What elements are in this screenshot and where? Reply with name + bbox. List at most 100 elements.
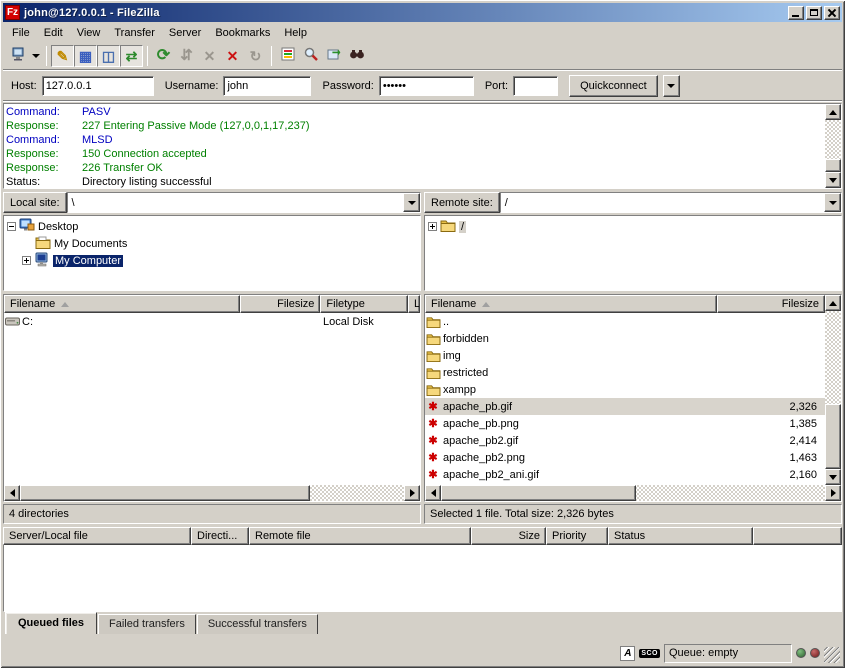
column-header-remote-file[interactable]: Remote file <box>249 527 471 545</box>
site-manager-dropdown[interactable] <box>30 45 42 67</box>
scroll-thumb[interactable] <box>441 485 636 501</box>
scroll-down-button[interactable] <box>825 172 841 188</box>
tab-failed-transfers[interactable]: Failed transfers <box>98 614 196 634</box>
tab-queued-files[interactable]: Queued files <box>5 612 97 634</box>
toggle-remote-tree-button[interactable]: ◫ <box>97 45 120 67</box>
directory-comparison-button[interactable] <box>322 45 345 67</box>
menu-transfer[interactable]: Transfer <box>107 25 162 41</box>
tree-item-my-computer[interactable]: My Computer <box>5 252 419 269</box>
local-tree-icon: ▦ <box>79 49 92 63</box>
remote-file-row[interactable]: ✱ apache_pb.png 1,385 <box>425 415 825 432</box>
remote-tree[interactable]: / <box>424 215 842 291</box>
menu-edit[interactable]: Edit <box>37 25 70 41</box>
remote-file-row[interactable]: ✱ apache_pb2_ani.gif 2,160 <box>425 466 825 483</box>
local-site-combo[interactable]: \ <box>67 192 421 213</box>
column-header-priority[interactable]: Priority <box>546 527 608 545</box>
remote-folder-row[interactable]: img <box>425 347 825 364</box>
menu-bookmarks[interactable]: Bookmarks <box>208 25 277 41</box>
remote-vertical-scrollbar[interactable] <box>825 295 841 485</box>
scroll-right-button[interactable] <box>825 485 841 501</box>
find-files-button[interactable] <box>299 45 322 67</box>
resize-grip[interactable] <box>824 647 840 663</box>
port-input[interactable] <box>513 76 558 96</box>
remote-horizontal-scrollbar[interactable] <box>425 485 841 501</box>
cancel-operation-button[interactable]: ✕ <box>198 45 221 67</box>
toggle-queue-button[interactable]: ⇄ <box>120 45 143 67</box>
menu-help[interactable]: Help <box>277 25 314 41</box>
local-site-dropdown[interactable] <box>403 193 420 212</box>
column-header-direction[interactable]: Directi... <box>191 527 249 545</box>
expand-icon[interactable] <box>22 256 31 265</box>
scroll-down-button[interactable] <box>825 469 841 485</box>
filter-button[interactable] <box>276 45 299 67</box>
message-log-body[interactable]: Command: PASV Response: 227 Entering Pas… <box>4 104 825 188</box>
toggle-message-log-button[interactable]: ✎ <box>51 45 74 67</box>
remote-file-row[interactable]: ✱ apache_pb2.png 1,463 <box>425 449 825 466</box>
local-file-row[interactable]: C: Local Disk <box>4 313 420 330</box>
scroll-left-button[interactable] <box>4 485 20 501</box>
toggle-local-tree-button[interactable]: ▦ <box>74 45 97 67</box>
quickconnect-button[interactable]: Quickconnect <box>569 75 658 97</box>
tree-item-root[interactable]: / <box>426 218 840 235</box>
remote-folder-row[interactable]: .. <box>425 313 825 330</box>
scroll-up-button[interactable] <box>825 295 841 311</box>
column-header-filesize[interactable]: Filesize <box>717 295 825 313</box>
tree-item-my-documents[interactable]: My Documents <box>5 235 419 252</box>
remote-folder-row[interactable]: forbidden <box>425 330 825 347</box>
local-rows[interactable]: C: Local Disk <box>4 313 420 485</box>
tree-item-desktop[interactable]: Desktop <box>5 218 419 235</box>
column-header-filename[interactable]: Filename <box>4 295 240 313</box>
scroll-left-button[interactable] <box>425 485 441 501</box>
host-input[interactable] <box>42 76 154 96</box>
menu-file[interactable]: File <box>5 25 37 41</box>
column-header-filetype[interactable]: Filetype <box>320 295 408 313</box>
expand-icon[interactable] <box>428 222 437 231</box>
column-header-filename[interactable]: Filename <box>425 295 717 313</box>
local-list-header: Filename Filesize Filetype L <box>4 295 420 313</box>
minimize-button[interactable] <box>788 6 804 20</box>
close-button[interactable] <box>824 6 840 20</box>
column-header-server-local-file[interactable]: Server/Local file <box>3 527 191 545</box>
site-manager-button[interactable] <box>7 45 30 67</box>
column-header-filesize[interactable]: Filesize <box>240 295 321 313</box>
remote-site-dropdown[interactable] <box>824 193 841 212</box>
titlebar[interactable]: Fz john@127.0.0.1 - FileZilla <box>3 3 842 22</box>
column-header-status[interactable]: Status <box>608 527 753 545</box>
scroll-track[interactable] <box>20 485 404 501</box>
log-vertical-scrollbar[interactable] <box>825 104 841 188</box>
scroll-up-button[interactable] <box>825 104 841 120</box>
scroll-thumb[interactable] <box>20 485 310 501</box>
scroll-track[interactable] <box>825 311 841 469</box>
reconnect-button[interactable]: ↻ <box>244 45 267 67</box>
scroll-thumb[interactable] <box>825 404 841 469</box>
remote-folder-row[interactable]: restricted <box>425 364 825 381</box>
queue-body[interactable] <box>3 545 842 612</box>
scroll-thumb[interactable] <box>825 159 841 172</box>
menu-view[interactable]: View <box>70 25 108 41</box>
menu-server[interactable]: Server <box>162 25 208 41</box>
username-input[interactable] <box>223 76 311 96</box>
scroll-track[interactable] <box>441 485 825 501</box>
quickconnect-dropdown[interactable] <box>663 75 680 97</box>
scroll-right-button[interactable] <box>404 485 420 501</box>
remote-file-row[interactable]: ✱ apache_pb2.gif 2,414 <box>425 432 825 449</box>
local-tree[interactable]: Desktop My Documents My Computer <box>3 215 421 291</box>
status-badge-icon[interactable]: SCO <box>639 649 660 658</box>
password-input[interactable] <box>379 76 474 96</box>
synchronized-browsing-button[interactable] <box>345 45 368 67</box>
refresh-button[interactable]: ⟳ <box>152 45 175 67</box>
data-type-indicator-icon[interactable]: A <box>620 646 635 661</box>
process-queue-button[interactable]: ⇵ <box>175 45 198 67</box>
remote-file-row-selected[interactable]: ✱ apache_pb.gif 2,326 <box>425 398 825 415</box>
column-header-last-modified[interactable]: L <box>408 295 420 313</box>
collapse-icon[interactable] <box>7 222 16 231</box>
remote-site-combo[interactable]: / <box>500 192 842 213</box>
scroll-track[interactable] <box>825 120 841 172</box>
tab-successful-transfers[interactable]: Successful transfers <box>197 614 318 634</box>
column-header-size[interactable]: Size <box>471 527 546 545</box>
remote-rows[interactable]: .. forbidden img <box>425 313 825 485</box>
disconnect-button[interactable]: ✕ <box>221 45 244 67</box>
remote-folder-row[interactable]: xampp <box>425 381 825 398</box>
maximize-button[interactable] <box>806 6 822 20</box>
local-horizontal-scrollbar[interactable] <box>4 485 420 501</box>
